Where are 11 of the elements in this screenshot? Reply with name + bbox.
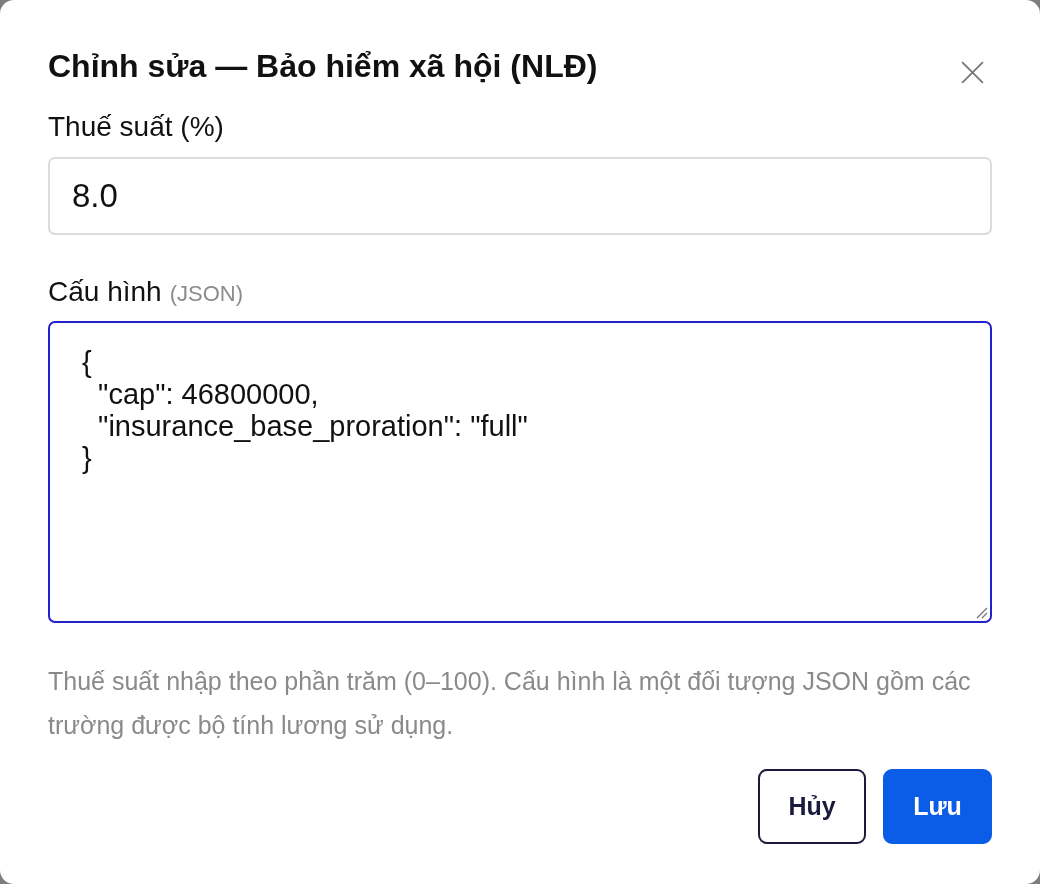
field-hint: (JSON) [169, 281, 243, 307]
cancel-button[interactable]: Hủy [758, 769, 866, 844]
resize-handle-icon[interactable] [974, 605, 988, 619]
close-icon [959, 59, 985, 85]
config-textarea[interactable]: { "cap": 46800000, "insurance_base_proration": "full" } [48, 321, 992, 623]
field-label: Thuế suất (%) [48, 112, 224, 142]
save-button[interactable]: Lưu [883, 769, 992, 844]
help-text: Thuế suất nhập theo phần trăm (0–100). Cấu hình là một đối tượng JSON gồm các trường được bộ tính lương sử dụng. [48, 666, 972, 741]
dialog-title: Chỉnh sửa — Bảo hiểm xã hội (NLĐ) [48, 47, 598, 85]
rate-input[interactable]: 8.0 [48, 157, 992, 235]
field-label: Cấu hình [48, 277, 162, 307]
